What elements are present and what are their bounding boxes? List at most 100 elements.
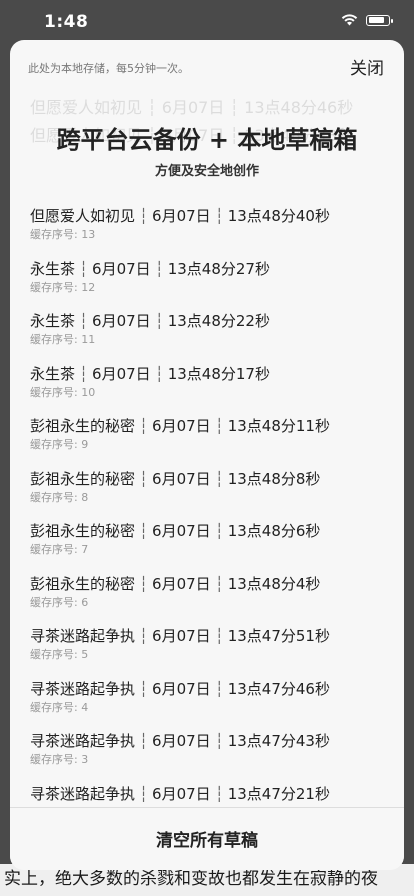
separator: ┆: [139, 469, 149, 488]
draft-seq-label: 缓存序号: 5: [30, 648, 89, 661]
page-title: 跨平台云备份 + 本地草稿箱: [56, 126, 358, 154]
draft-item[interactable]: 永生茶 ┆ 6月07日 ┆ 13点48分27秒 缓存序号: 12: [10, 253, 404, 306]
separator: ┆: [214, 627, 224, 645]
draft-date: 6月07日: [152, 207, 211, 225]
separator: ┆: [79, 364, 89, 383]
sheet-header: 此处为本地存储，每5分钟一次。 关闭: [10, 40, 404, 90]
draft-time: 13点47分51秒: [227, 627, 330, 645]
separator: ┆: [139, 522, 149, 540]
draft-name: 永生茶: [30, 259, 76, 278]
draft-title: 彭祖永生的秘密 ┆ 6月07日 ┆ 13点48分4秒: [30, 568, 404, 594]
draft-date: 6月07日: [152, 679, 211, 698]
draft-time: 13点48分4秒: [227, 574, 321, 593]
draft-date: 6月07日: [152, 574, 211, 593]
draft-time: 13点47分46秒: [227, 679, 330, 698]
draft-seq-label: 缓存序号: 13: [30, 228, 96, 241]
draft-seq-label: 缓存序号: 4: [30, 700, 89, 714]
status-icons: [341, 14, 393, 26]
separator: ┆: [214, 207, 224, 225]
draft-date: 6月07日: [152, 417, 211, 435]
separator: ┆: [154, 259, 164, 278]
draft-name: 寻茶迷路起争执: [30, 679, 136, 698]
status-bar: 1:48: [0, 0, 414, 44]
draft-name: 永生茶: [30, 364, 76, 383]
draft-title: 寻茶迷路起争执 ┆ 6月07日 ┆ 13点47分51秒: [30, 620, 404, 646]
separator: ┆: [154, 364, 164, 383]
draft-name: 但愿爱人如初见: [30, 207, 136, 225]
draft-name: 彭祖永生的秘密: [30, 574, 136, 593]
draft-time: 13点48分27秒: [167, 259, 270, 278]
clear-all-drafts-button[interactable]: 清空所有草稿: [10, 826, 404, 851]
draft-item[interactable]: 寻茶迷路起争执 ┆ 6月07日 ┆ 13点47分46秒 缓存序号: 4: [10, 673, 404, 726]
close-button[interactable]: 关闭: [350, 54, 384, 79]
draft-title: 彭祖永生的秘密 ┆ 6月07日 ┆ 13点48分6秒: [30, 515, 404, 541]
separator: ┆: [214, 784, 224, 803]
draft-title: 彭祖永生的秘密 ┆ 6月07日 ┆ 13点48分8秒: [30, 463, 404, 489]
battery-icon: [366, 14, 393, 26]
draft-time: 13点48分11秒: [227, 417, 330, 435]
draft-time: 13点48分40秒: [227, 207, 330, 225]
draft-item[interactable]: 彭祖永生的秘密 ┆ 6月07日 ┆ 13点48分4秒 缓存序号: 6: [10, 568, 404, 621]
draft-name: 彭祖永生的秘密: [30, 417, 136, 435]
separator: ┆: [79, 312, 89, 330]
draft-item[interactable]: 彭祖永生的秘密 ┆ 6月07日 ┆ 13点48分11秒 缓存序号: 9: [10, 410, 404, 463]
wifi-icon: [341, 14, 358, 26]
draft-date: 6月07日: [152, 784, 211, 803]
draft-seq-label: 缓存序号: 6: [30, 595, 89, 609]
draft-name: 寻茶迷路起争执: [30, 627, 136, 645]
draft-name: 彭祖永生的秘密: [30, 469, 136, 488]
draft-title: 永生茶 ┆ 6月07日 ┆ 13点48分17秒: [30, 358, 404, 384]
draft-title: 彭祖永生的秘密 ┆ 6月07日 ┆ 13点48分11秒: [30, 410, 404, 436]
bottom-bar: 清空所有草稿: [10, 807, 404, 870]
draft-item[interactable]: 寻茶迷路起争执 ┆ 6月07日 ┆ 13点47分51秒 缓存序号: 5: [10, 620, 404, 673]
drafts-sheet: 此处为本地存储，每5分钟一次。 关闭 但愿爱人如初见 ┆ 6月07日 ┆ 13点…: [10, 40, 404, 870]
separator: ┆: [139, 627, 149, 645]
draft-name: 寻茶迷路起争执: [30, 784, 136, 803]
draft-item[interactable]: 但愿爱人如初见 ┆ 6月07日 ┆ 13点48分40秒 缓存序号: 13: [10, 200, 404, 253]
battery-fill: [368, 17, 385, 23]
separator: ┆: [214, 417, 224, 435]
separator: ┆: [214, 679, 224, 698]
separator: ┆: [214, 574, 224, 593]
draft-date: 6月07日: [92, 259, 151, 278]
draft-time: 13点47分21秒: [227, 784, 330, 803]
draft-name: 彭祖永生的秘密: [30, 522, 136, 540]
separator: ┆: [139, 574, 149, 593]
draft-time: 13点48分8秒: [227, 469, 321, 488]
draft-seq-label: 缓存序号: 9: [30, 438, 89, 451]
draft-title: 寻茶迷路起争执 ┆ 6月07日 ┆ 13点47分21秒: [30, 778, 404, 804]
draft-item[interactable]: 寻茶迷路起争执 ┆ 6月07日 ┆ 13点47分43秒 缓存序号: 3: [10, 725, 404, 778]
draft-date: 6月07日: [92, 312, 151, 330]
separator: ┆: [214, 469, 224, 488]
draft-date: 6月07日: [152, 732, 211, 750]
draft-time: 13点47分43秒: [227, 732, 330, 750]
draft-time: 13点48分17秒: [167, 364, 270, 383]
draft-title: 寻茶迷路起争执 ┆ 6月07日 ┆ 13点47分46秒: [30, 673, 404, 699]
page-subtitle: 方便及安全地创作: [154, 164, 259, 179]
draft-time: 13点48分6秒: [227, 522, 321, 540]
draft-item[interactable]: 彭祖永生的秘密 ┆ 6月07日 ┆ 13点48分6秒 缓存序号: 7: [10, 515, 404, 568]
draft-title: 永生茶 ┆ 6月07日 ┆ 13点48分27秒: [30, 253, 404, 279]
draft-seq-label: 缓存序号: 2: [30, 806, 404, 807]
draft-seq-label: 缓存序号: 12: [30, 280, 96, 294]
draft-item[interactable]: 永生茶 ┆ 6月07日 ┆ 13点48分22秒 缓存序号: 11: [10, 305, 404, 358]
draft-list: 但愿爱人如初见 ┆ 6月07日 ┆ 13点48分40秒 缓存序号: 13 永生茶 ┆ 6月07日…: [10, 200, 404, 806]
storage-note: 此处为本地存储，每5分钟一次。: [28, 62, 189, 75]
separator: ┆: [214, 522, 224, 540]
draft-date: 6月07日: [152, 469, 211, 488]
separator: ┆: [79, 259, 89, 278]
draft-date: 6月07日: [152, 627, 211, 645]
separator: ┆: [139, 784, 149, 803]
draft-date: 6月07日: [92, 364, 151, 383]
draft-title: 但愿爱人如初见 ┆ 6月07日 ┆ 13点48分40秒: [30, 200, 404, 226]
separator: ┆: [154, 312, 164, 330]
draft-seq-label: 缓存序号: 3: [30, 753, 89, 766]
draft-item[interactable]: 永生茶 ┆ 6月07日 ┆ 13点48分17秒 缓存序号: 10: [10, 358, 404, 411]
separator: ┆: [139, 417, 149, 435]
draft-seq-label: 缓存序号: 8: [30, 490, 89, 504]
status-time: 1:48: [44, 12, 89, 32]
separator: ┆: [139, 679, 149, 698]
draft-item[interactable]: 寻茶迷路起争执┆6月07日┆13点47分21秒缓存序号: 2: [10, 778, 404, 807]
draft-item[interactable]: 彭祖永生的秘密 ┆ 6月07日 ┆ 13点48分8秒 缓存序号: 8: [10, 463, 404, 516]
draft-title: 永生茶 ┆ 6月07日 ┆ 13点48分22秒: [30, 305, 404, 331]
